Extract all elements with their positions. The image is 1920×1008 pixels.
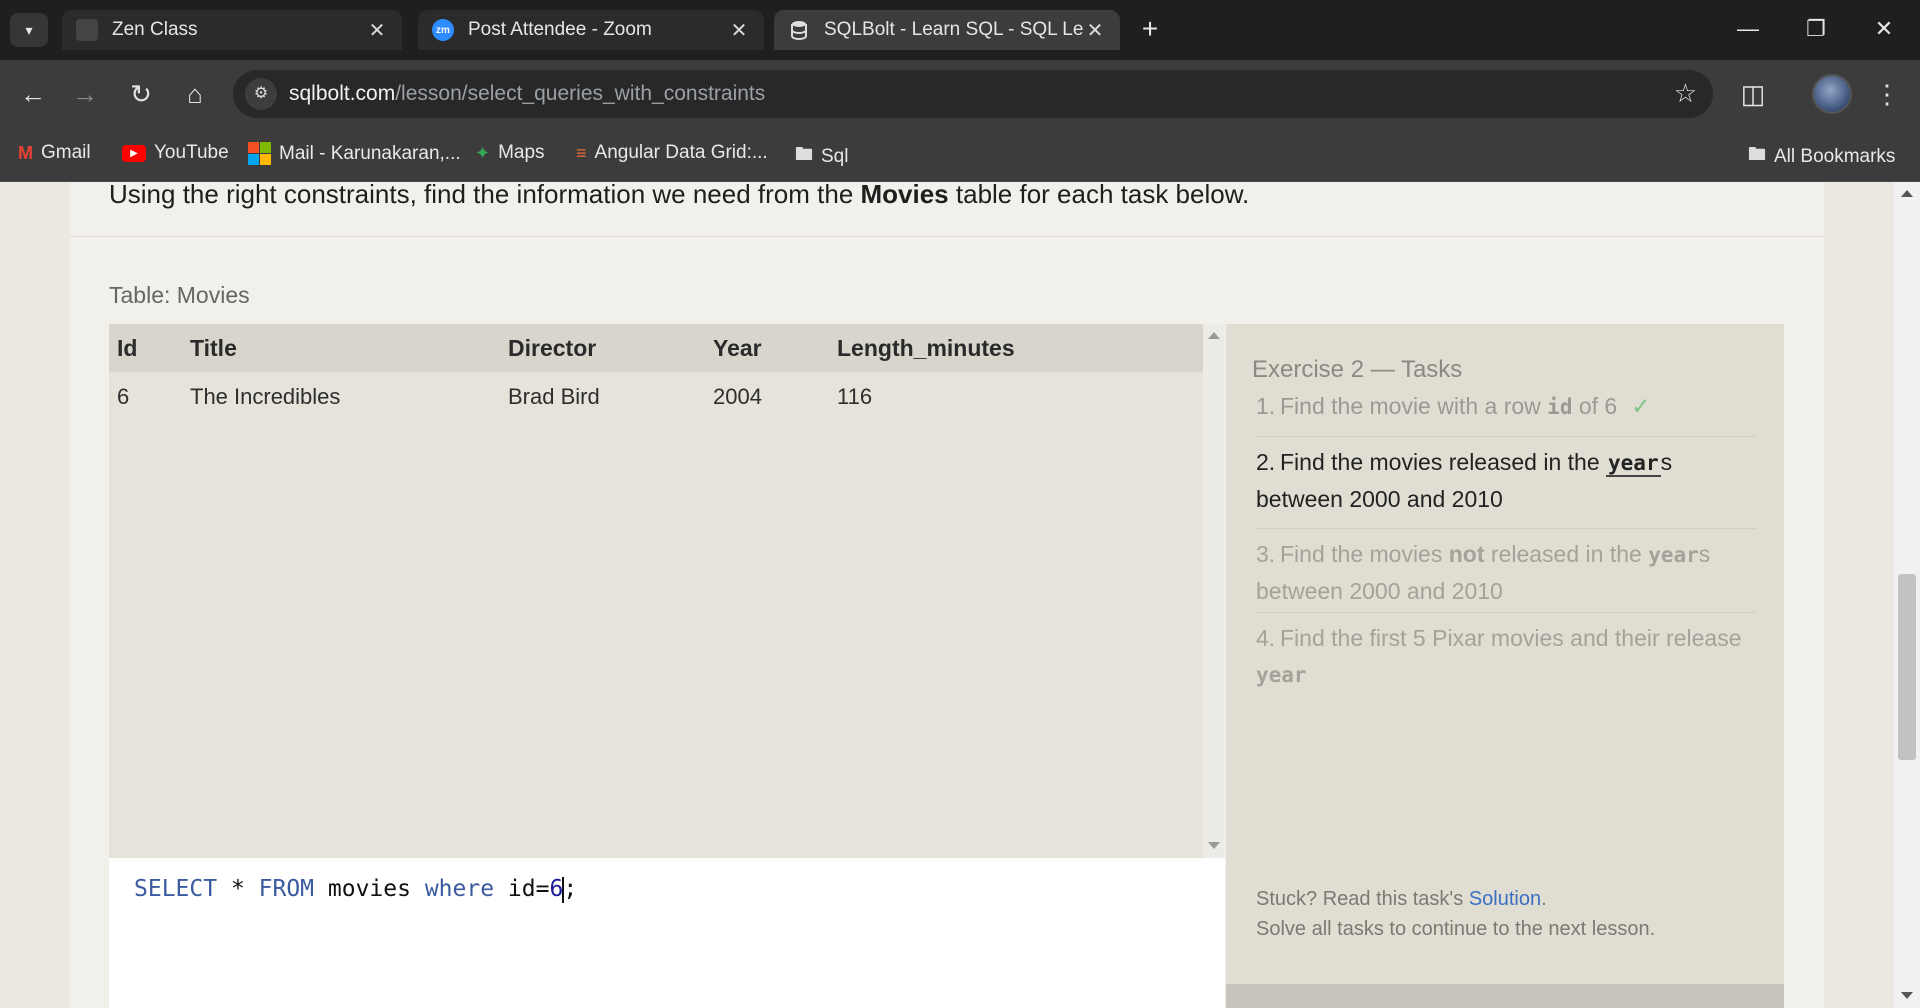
- solution-link[interactable]: Solution: [1469, 888, 1541, 910]
- site-info-icon[interactable]: ⚙: [245, 78, 277, 110]
- database-icon: [788, 19, 810, 41]
- table-cell: Brad Bird: [508, 384, 600, 409]
- results-table: Id Title Director Year Length_minutes 6 …: [109, 324, 1203, 858]
- scroll-up-arrow[interactable]: [1208, 332, 1220, 339]
- column-header: Year: [713, 335, 762, 361]
- tasks-footer-bar: [1226, 984, 1784, 1008]
- bookmark-gmail[interactable]: M Gmail: [18, 142, 91, 164]
- tab-zen-class[interactable]: Zen Class ✕: [62, 10, 402, 50]
- task-item-2: 2. Find the movies released in the years …: [1256, 449, 1673, 512]
- back-button[interactable]: ←: [14, 75, 52, 113]
- tab-search-button[interactable]: ▾: [10, 13, 48, 47]
- gmail-icon: M: [18, 142, 33, 163]
- help-text: Stuck? Read this task's Solution. Solve …: [1256, 888, 1656, 940]
- youtube-icon: ▶: [122, 144, 146, 162]
- scroll-down-arrow[interactable]: [1208, 842, 1220, 849]
- tab-title: Post Attendee - Zoom: [468, 19, 652, 40]
- column-header: Title: [190, 335, 237, 361]
- task-item-1: 1. Find the movie with a row id of 6 ✓: [1256, 393, 1651, 419]
- all-bookmarks[interactable]: 🖿 All Bookmarks: [1748, 142, 1895, 172]
- scroll-up-arrow[interactable]: [1901, 190, 1913, 197]
- close-window-button[interactable]: ✕: [1854, 10, 1914, 48]
- maps-icon: ✦: [475, 142, 491, 163]
- table-label: Table: Movies: [109, 282, 250, 308]
- table-scrollbar[interactable]: [1203, 324, 1225, 858]
- bookmarks-bar: M Gmail ▶ YouTube Mail - Karunakaran,...…: [0, 128, 1920, 182]
- task-item-3: 3. Find the movies not released in the ye…: [1256, 541, 1711, 604]
- bookmark-mail[interactable]: Mail - Karunakaran,...: [248, 142, 461, 165]
- folder-icon: 🖿: [795, 144, 813, 164]
- microsoft-icon: [248, 142, 271, 165]
- folder-icon: 🖿: [1748, 144, 1766, 164]
- task-divider: [1256, 612, 1756, 613]
- task-item-4: 4. Find the first 5 Pixar movies and thei…: [1256, 625, 1742, 687]
- new-tab-button[interactable]: +: [1133, 14, 1167, 46]
- sql-code[interactable]: SELECT * FROM movies where id=6;: [134, 876, 577, 903]
- page-viewport: Using the right constraints, find the in…: [0, 182, 1920, 1008]
- tab-sqlbolt[interactable]: SQLBolt - Learn SQL - SQL Lesso ✕: [774, 10, 1120, 50]
- close-icon[interactable]: ✕: [1084, 18, 1106, 43]
- tab-bar: ▾ Zen Class ✕ zm Post Attendee - Zoom ✕ …: [0, 0, 1920, 60]
- browser-toolbar: ← → ↻ ⌂ ⚙ sqlbolt.com/lesson/select_quer…: [0, 60, 1920, 128]
- zoom-icon: zm: [432, 19, 454, 41]
- column-header: Length_minutes: [837, 335, 1015, 361]
- table-cell: The Incredibles: [190, 384, 341, 409]
- lesson-intro: Using the right constraints, find the in…: [109, 182, 1250, 209]
- check-icon: ✓: [1631, 393, 1651, 419]
- page-icon: [76, 19, 98, 41]
- extensions-icon[interactable]: ◫: [1734, 75, 1772, 113]
- task-divider: [1256, 436, 1756, 437]
- url-text[interactable]: sqlbolt.com/lesson/select_queries_with_c…: [289, 82, 765, 106]
- table-cell: 6: [117, 384, 130, 409]
- sql-editor[interactable]: SELECT * FROM movies where id=6;: [109, 858, 1225, 1008]
- tab-title: Zen Class: [112, 19, 198, 40]
- reload-button[interactable]: ↻: [122, 75, 160, 113]
- task-divider: [1256, 528, 1756, 529]
- grid-icon: ≡: [576, 142, 587, 163]
- bookmark-star-icon[interactable]: ☆: [1674, 78, 1697, 109]
- tab-title: SQLBolt - Learn SQL - SQL Lesso: [824, 19, 1084, 40]
- bookmark-angular-grid[interactable]: ≡ Angular Data Grid:...: [576, 142, 768, 164]
- continue-note: Solve all tasks to continue to the next …: [1256, 918, 1656, 940]
- address-bar[interactable]: ⚙ sqlbolt.com/lesson/select_queries_with…: [233, 70, 1713, 118]
- profile-avatar[interactable]: [1812, 74, 1852, 114]
- close-icon[interactable]: ✕: [728, 18, 750, 43]
- section-divider: [70, 236, 1824, 237]
- tab-zoom[interactable]: zm Post Attendee - Zoom ✕: [418, 10, 764, 50]
- tasks-panel: Exercise 2 — Tasks 1. Find the movie with…: [1226, 324, 1784, 1008]
- menu-kebab-icon[interactable]: ⋮: [1868, 75, 1906, 113]
- scroll-down-arrow[interactable]: [1901, 992, 1913, 999]
- close-icon[interactable]: ✕: [366, 18, 388, 43]
- bookmark-youtube[interactable]: ▶ YouTube: [122, 142, 229, 164]
- bookmark-maps[interactable]: ✦ Maps: [475, 142, 545, 164]
- page-scrollbar-thumb[interactable]: [1898, 574, 1916, 760]
- home-button[interactable]: ⌂: [176, 75, 214, 113]
- bookmark-sql-folder[interactable]: 🖿 Sql: [795, 142, 848, 172]
- restore-button[interactable]: ❐: [1786, 10, 1846, 48]
- column-header: Director: [508, 335, 597, 361]
- column-header: Id: [117, 335, 138, 361]
- forward-button[interactable]: →: [66, 75, 104, 113]
- table-header: Id Title Director Year Length_minutes: [109, 324, 1203, 372]
- minimize-button[interactable]: —: [1718, 10, 1778, 48]
- table-cell: 116: [837, 384, 873, 409]
- table-cell: 2004: [713, 384, 762, 409]
- tasks-title: Exercise 2 — Tasks: [1252, 356, 1463, 383]
